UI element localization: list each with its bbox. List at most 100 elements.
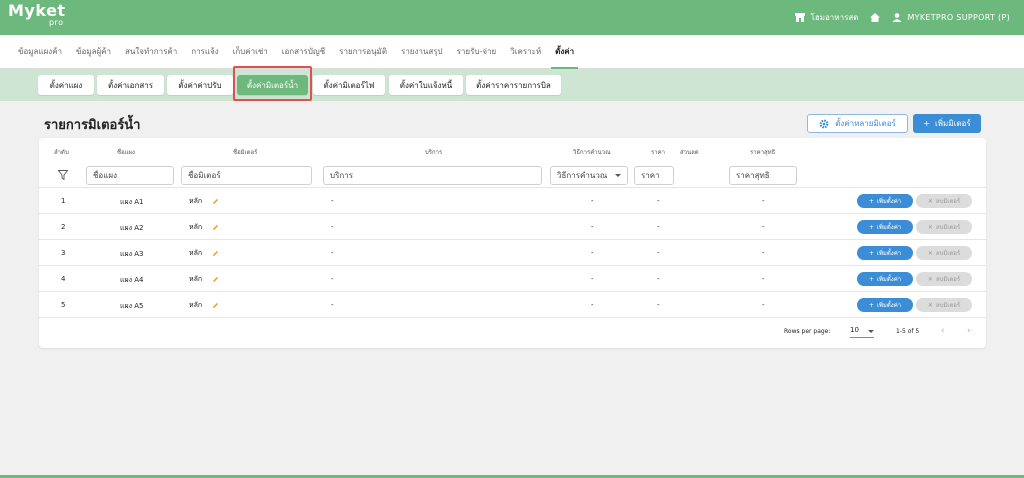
edit-pencil-icon[interactable] <box>212 250 219 257</box>
add-setting-button[interactable]: + เพิ่มตั้งค่า <box>857 298 913 312</box>
filter-calc-select[interactable]: วิธีการคำนวณ <box>550 166 628 185</box>
add-setting-label: เพิ่มตั้งค่า <box>876 250 902 257</box>
app-logo[interactable]: Myket pro <box>8 3 66 28</box>
nav-accounting-docs[interactable]: เอกสารบัญชี <box>282 35 325 69</box>
delete-meter-label: ลบมิเตอร์ <box>935 302 961 309</box>
cell-stall: แผง A5 <box>120 302 144 310</box>
add-setting-label: เพิ่มตั้งค่า <box>876 276 902 283</box>
gear-icon <box>819 119 829 128</box>
cell-net: - <box>762 275 765 283</box>
cell-stall: แผง A4 <box>120 276 144 284</box>
table-row <box>39 214 986 240</box>
cell-service: - <box>331 301 334 309</box>
cell-meter: หลัก <box>189 249 203 257</box>
subtab-invoice[interactable]: ตั้งค่าใบแจ้งหนี้ <box>389 75 463 95</box>
add-setting-button[interactable]: + เพิ่มตั้งค่า <box>857 220 913 234</box>
shop-selector[interactable]: โฮมอาหารสด <box>794 11 858 24</box>
chevron-down-icon <box>868 330 874 333</box>
nav-income-expense[interactable]: รายรับ-จ่าย <box>457 35 497 69</box>
cell-service: - <box>331 197 334 205</box>
delete-meter-label: ลบมิเตอร์ <box>935 276 961 283</box>
col-header-service: บริการ <box>425 149 443 156</box>
close-icon: ✕ <box>927 301 933 309</box>
multi-meter-settings-button[interactable]: ตั้งค่าหลายมิเตอร์ <box>807 114 908 133</box>
col-header-no: ลำดับ <box>54 149 69 156</box>
cell-service: - <box>331 223 334 231</box>
filter-stall-input[interactable]: ชื่อแผง <box>86 166 174 185</box>
plus-icon: + <box>868 275 874 283</box>
cell-net: - <box>762 249 765 257</box>
table-row <box>39 188 986 214</box>
filter-price-input[interactable]: ราคา <box>634 166 674 185</box>
plus-icon: + <box>923 119 931 128</box>
close-icon: ✕ <box>927 275 933 283</box>
nav-settings[interactable]: ตั้งค่า <box>551 35 579 69</box>
add-setting-button[interactable]: + เพิ่มตั้งค่า <box>857 194 913 208</box>
nav-analysis[interactable]: วิเคราะห์ <box>510 35 541 69</box>
delete-meter-label: ลบมิเตอร์ <box>935 250 961 257</box>
cell-price: - <box>657 275 660 283</box>
filter-icon[interactable] <box>58 170 68 180</box>
nav-stall-info[interactable]: ข้อมูลแผงค้า <box>18 35 62 69</box>
nav-approvals[interactable]: รายการอนุมัติ <box>339 35 387 69</box>
cell-stall: แผง A2 <box>120 224 144 232</box>
subtab-bill-item-price[interactable]: ตั้งค่าราคารายการบิล <box>466 75 561 95</box>
cell-net: - <box>762 223 765 231</box>
delete-meter-button[interactable]: ✕ ลบมิเตอร์ <box>916 246 972 260</box>
add-setting-button[interactable]: + เพิ่มตั้งค่า <box>857 272 913 286</box>
cell-calc: - <box>591 249 594 257</box>
col-header-stall: ชื่อแผง <box>117 149 135 156</box>
filter-service-input[interactable]: บริการ <box>323 166 542 185</box>
add-meter-button[interactable]: + เพิ่มมิเตอร์ <box>913 114 981 133</box>
filter-meter-input[interactable]: ชื่อมิเตอร์ <box>181 166 312 185</box>
col-header-meter: ชื่อมิเตอร์ <box>233 149 258 156</box>
chevron-right-icon[interactable]: › <box>967 326 971 336</box>
cell-no: 2 <box>61 223 66 231</box>
edit-pencil-icon[interactable] <box>212 198 219 205</box>
filter-calc-value: วิธีการคำนวณ <box>557 171 608 180</box>
multi-meter-settings-label: ตั้งค่าหลายมิเตอร์ <box>835 119 896 128</box>
top-right-actions: โฮมอาหารสด MYKETPRO SUPPORT (P) <box>794 0 1010 35</box>
nav-rent-collection[interactable]: เก็บค่าเช่า <box>233 35 268 69</box>
subtab-electric-meter[interactable]: ตั้งค่ามิเตอร์ไฟ <box>313 75 385 95</box>
plus-icon: + <box>868 249 874 257</box>
add-setting-label: เพิ่มตั้งค่า <box>876 302 902 309</box>
delete-meter-button[interactable]: ✕ ลบมิเตอร์ <box>916 272 972 286</box>
chevron-left-icon[interactable]: ‹ <box>941 326 945 336</box>
edit-pencil-icon[interactable] <box>212 224 219 231</box>
nav-summary-reports[interactable]: รายงานสรุป <box>401 35 443 69</box>
nav-vendor-info[interactable]: ข้อมูลผู้ค้า <box>76 35 111 69</box>
delete-meter-button[interactable]: ✕ ลบมิเตอร์ <box>916 220 972 234</box>
delete-meter-button[interactable]: ✕ ลบมิเตอร์ <box>916 194 972 208</box>
edit-pencil-icon[interactable] <box>212 276 219 283</box>
cell-no: 1 <box>61 197 66 205</box>
user-name: MYKETPRO SUPPORT (P) <box>907 13 1010 22</box>
col-header-calc: วิธีการคำนวณ <box>573 149 611 156</box>
home-icon[interactable] <box>870 13 881 22</box>
nav-interested-trade[interactable]: สนใจทำการค้า <box>125 35 177 69</box>
filter-net-input[interactable]: ราคาสุทธิ <box>729 166 797 185</box>
rows-per-page-select[interactable]: 10 <box>850 326 874 338</box>
subtab-documents[interactable]: ตั้งค่าเอกสาร <box>97 75 164 95</box>
edit-pencil-icon[interactable] <box>212 302 219 309</box>
cell-calc: - <box>591 275 594 283</box>
subtab-fines[interactable]: ตั้งค่าค่าปรับ <box>167 75 233 95</box>
delete-meter-label: ลบมิเตอร์ <box>935 198 961 205</box>
main-nav: ข้อมูลแผงค้า ข้อมูลผู้ค้า สนใจทำการค้า ก… <box>0 35 1024 69</box>
cell-stall: แผง A1 <box>120 198 144 206</box>
col-header-discount: ส่วนลด <box>680 149 699 156</box>
user-menu[interactable]: MYKETPRO SUPPORT (P) <box>892 13 1010 22</box>
nav-notifications[interactable]: การแจ้ง <box>191 35 218 69</box>
cell-calc: - <box>591 223 594 231</box>
plus-icon: + <box>868 197 874 205</box>
delete-meter-button[interactable]: ✕ ลบมิเตอร์ <box>916 298 972 312</box>
subtab-stall[interactable]: ตั้งค่าแผง <box>38 75 94 95</box>
cell-no: 3 <box>61 249 66 257</box>
add-setting-label: เพิ่มตั้งค่า <box>876 224 902 231</box>
plus-icon: + <box>868 301 874 309</box>
close-icon: ✕ <box>927 197 933 205</box>
cell-stall: แผง A3 <box>120 250 144 258</box>
cell-meter: หลัก <box>189 223 203 231</box>
cell-service: - <box>331 275 334 283</box>
add-setting-button[interactable]: + เพิ่มตั้งค่า <box>857 246 913 260</box>
